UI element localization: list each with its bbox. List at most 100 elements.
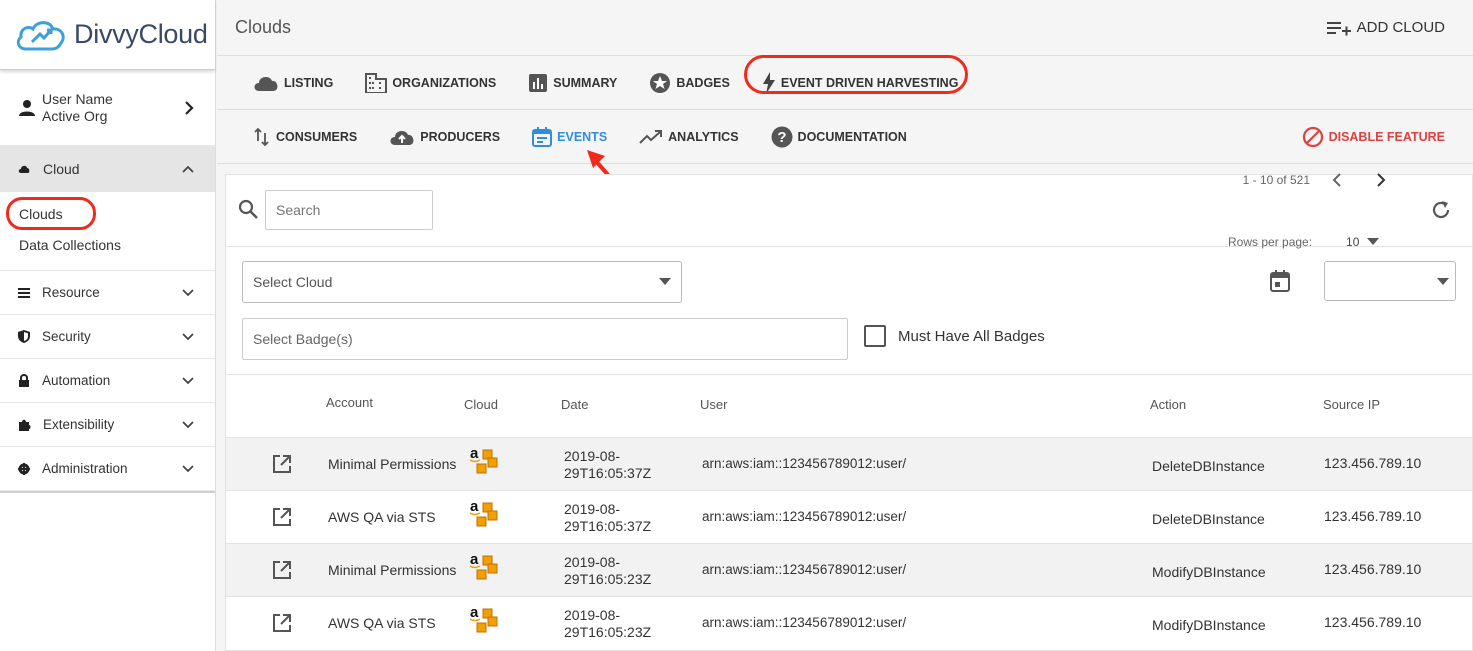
svg-text:a: a: [470, 499, 479, 515]
tab-organizations[interactable]: ORGANIZATIONS: [365, 72, 496, 93]
svg-text:a: a: [470, 605, 479, 621]
rows-per-page-select[interactable]: 10: [1346, 235, 1380, 249]
cell-source-ip: 123.456.789.10: [1324, 508, 1422, 524]
nav-section-automation[interactable]: Automation: [0, 359, 215, 403]
date-range-select[interactable]: [1324, 261, 1456, 301]
open-external-icon[interactable]: [271, 506, 293, 531]
primary-tabs: LISTING ORGANIZATIONS SUMMARY BADGES EVE…: [217, 54, 1473, 110]
tab-label: ANALYTICS: [668, 129, 739, 144]
column-header-account[interactable]: Account: [326, 395, 373, 410]
cell-user: arn:aws:iam::123456789012:user/: [702, 509, 907, 524]
cloud-icon: [254, 76, 278, 91]
cell-action: DeleteDBInstance: [1152, 511, 1265, 527]
cell-action: ModifyDBInstance: [1152, 564, 1266, 580]
chevron-right-icon: [185, 100, 194, 115]
column-header-source-ip[interactable]: Source IP: [1323, 397, 1380, 412]
sidebar-item-clouds[interactable]: Clouds: [0, 197, 215, 230]
gear-icon: [18, 462, 30, 475]
nav-section-extensibility[interactable]: Extensibility: [0, 403, 215, 447]
nav-section-label: Security: [42, 329, 91, 344]
cell-date: 2019-08-29T16:05:37Z: [564, 447, 652, 481]
column-header-cloud[interactable]: Cloud: [464, 397, 498, 412]
nav-section-security[interactable]: Security: [0, 315, 215, 359]
nav-section-label: Automation: [42, 373, 111, 388]
add-cloud-button[interactable]: ADD CLOUD: [1326, 19, 1445, 37]
sidebar: DivvyCloud User Name Active Org Cloud Cl…: [0, 0, 216, 651]
cell-date: 2019-08-29T16:05:23Z: [564, 553, 652, 587]
add-cloud-label: ADD CLOUD: [1356, 19, 1445, 36]
column-header-user[interactable]: User: [700, 397, 727, 412]
rows-per-page: Rows per page: 10: [1228, 235, 1380, 249]
tab-analytics[interactable]: ANALYTICS: [639, 129, 739, 145]
list-icon: [18, 287, 30, 298]
tab-documentation[interactable]: ? DOCUMENTATION: [771, 126, 907, 148]
tab-event-driven-harvesting[interactable]: EVENT DRIVEN HARVESTING: [743, 54, 968, 94]
cell-action: DeleteDBInstance: [1152, 458, 1265, 474]
nav-section-administration[interactable]: Administration: [0, 447, 215, 491]
events-card: 1 - 10 of 521 Select Cloud Select Badge(…: [225, 172, 1473, 651]
tab-badges[interactable]: BADGES: [649, 72, 730, 94]
dropdown-arrow-icon: [1437, 278, 1449, 285]
tab-label: BADGES: [676, 75, 730, 90]
select-badges-placeholder: Select Badge(s): [253, 331, 353, 347]
user-menu[interactable]: User Name Active Org: [0, 70, 215, 146]
person-icon: [19, 99, 35, 116]
aws-logo-icon: a: [468, 551, 502, 587]
trend-line-icon: [639, 129, 663, 144]
checkbox-box[interactable]: [864, 325, 886, 347]
chevron-down-icon: [182, 288, 194, 296]
open-external-icon[interactable]: [271, 559, 293, 584]
table-row[interactable]: AWS QA via STS a 2019-08-29T16:05:23Z ar…: [226, 596, 1472, 649]
cell-user: arn:aws:iam::123456789012:user/: [702, 562, 907, 577]
nav-section-label: Cloud: [43, 161, 80, 177]
select-badges-input[interactable]: Select Badge(s): [242, 318, 848, 360]
open-external-icon[interactable]: [271, 453, 293, 478]
page-title: Clouds: [235, 17, 292, 37]
table-row[interactable]: Minimal Permissions a 2019-08-29T16:05:3…: [226, 437, 1472, 490]
chevron-up-icon: [182, 165, 194, 173]
cell-account: AWS QA via STS: [328, 615, 436, 631]
aws-logo-icon: a: [468, 498, 502, 534]
select-cloud-dropdown[interactable]: Select Cloud: [242, 261, 682, 303]
nav-section-label: Administration: [42, 461, 128, 476]
help-circle-icon: ?: [771, 126, 793, 147]
table-row[interactable]: Minimal Permissions a 2019-08-29T16:05:2…: [226, 543, 1472, 596]
cell-source-ip: 123.456.789.10: [1324, 561, 1422, 577]
tab-label: LISTING: [284, 75, 334, 90]
table-row[interactable]: AWS QA via STS a 2019-08-29T16:05:37Z ar…: [226, 490, 1472, 543]
chevron-down-icon: [182, 376, 194, 384]
main-content: Clouds ADD CLOUD LISTING ORGANIZATIONS S…: [217, 0, 1473, 651]
disable-feature-label: DISABLE FEATURE: [1328, 129, 1445, 144]
tab-listing[interactable]: LISTING: [253, 74, 333, 92]
open-external-icon[interactable]: [271, 612, 293, 637]
refresh-icon[interactable]: [1430, 199, 1452, 221]
nav-section-resource[interactable]: Resource: [0, 271, 215, 315]
column-header-action[interactable]: Action: [1150, 397, 1186, 412]
chevron-left-icon[interactable]: [1330, 172, 1344, 188]
brand-name: DivvyCloud: [74, 19, 208, 49]
search-input[interactable]: [265, 190, 433, 230]
tab-producers[interactable]: PRODUCERS: [389, 128, 500, 146]
cell-account: Minimal Permissions: [328, 456, 457, 472]
chevron-down-icon: [182, 332, 194, 340]
tab-label: CONSUMERS: [276, 129, 358, 144]
search-icon: [238, 199, 258, 219]
sidebar-item-data-collections[interactable]: Data Collections: [0, 229, 215, 260]
svg-text:a: a: [470, 552, 479, 568]
column-header-date[interactable]: Date: [561, 397, 588, 412]
cloud-upload-icon: [390, 130, 414, 145]
cell-source-ip: 123.456.789.10: [1324, 455, 1422, 471]
calendar-icon[interactable]: [1270, 270, 1290, 292]
disable-feature-button[interactable]: DISABLE FEATURE: [1302, 126, 1445, 148]
dropdown-arrow-icon: [1367, 238, 1380, 245]
must-have-all-badges-checkbox[interactable]: Must Have All Badges: [864, 325, 1045, 347]
brand-logo[interactable]: DivvyCloud: [0, 0, 215, 70]
shield-icon: [18, 330, 30, 343]
chevron-right-icon[interactable]: [1374, 172, 1388, 188]
aws-logo-icon: a: [468, 445, 502, 481]
nav-section-cloud[interactable]: Cloud: [0, 146, 215, 192]
user-name: User Name: [42, 90, 113, 107]
tab-summary[interactable]: SUMMARY: [528, 73, 617, 93]
tab-consumers[interactable]: CONSUMERS: [253, 127, 357, 147]
secondary-tabs: CONSUMERS PRODUCERS EVENTS ANALYTICS ? D…: [217, 110, 1473, 164]
